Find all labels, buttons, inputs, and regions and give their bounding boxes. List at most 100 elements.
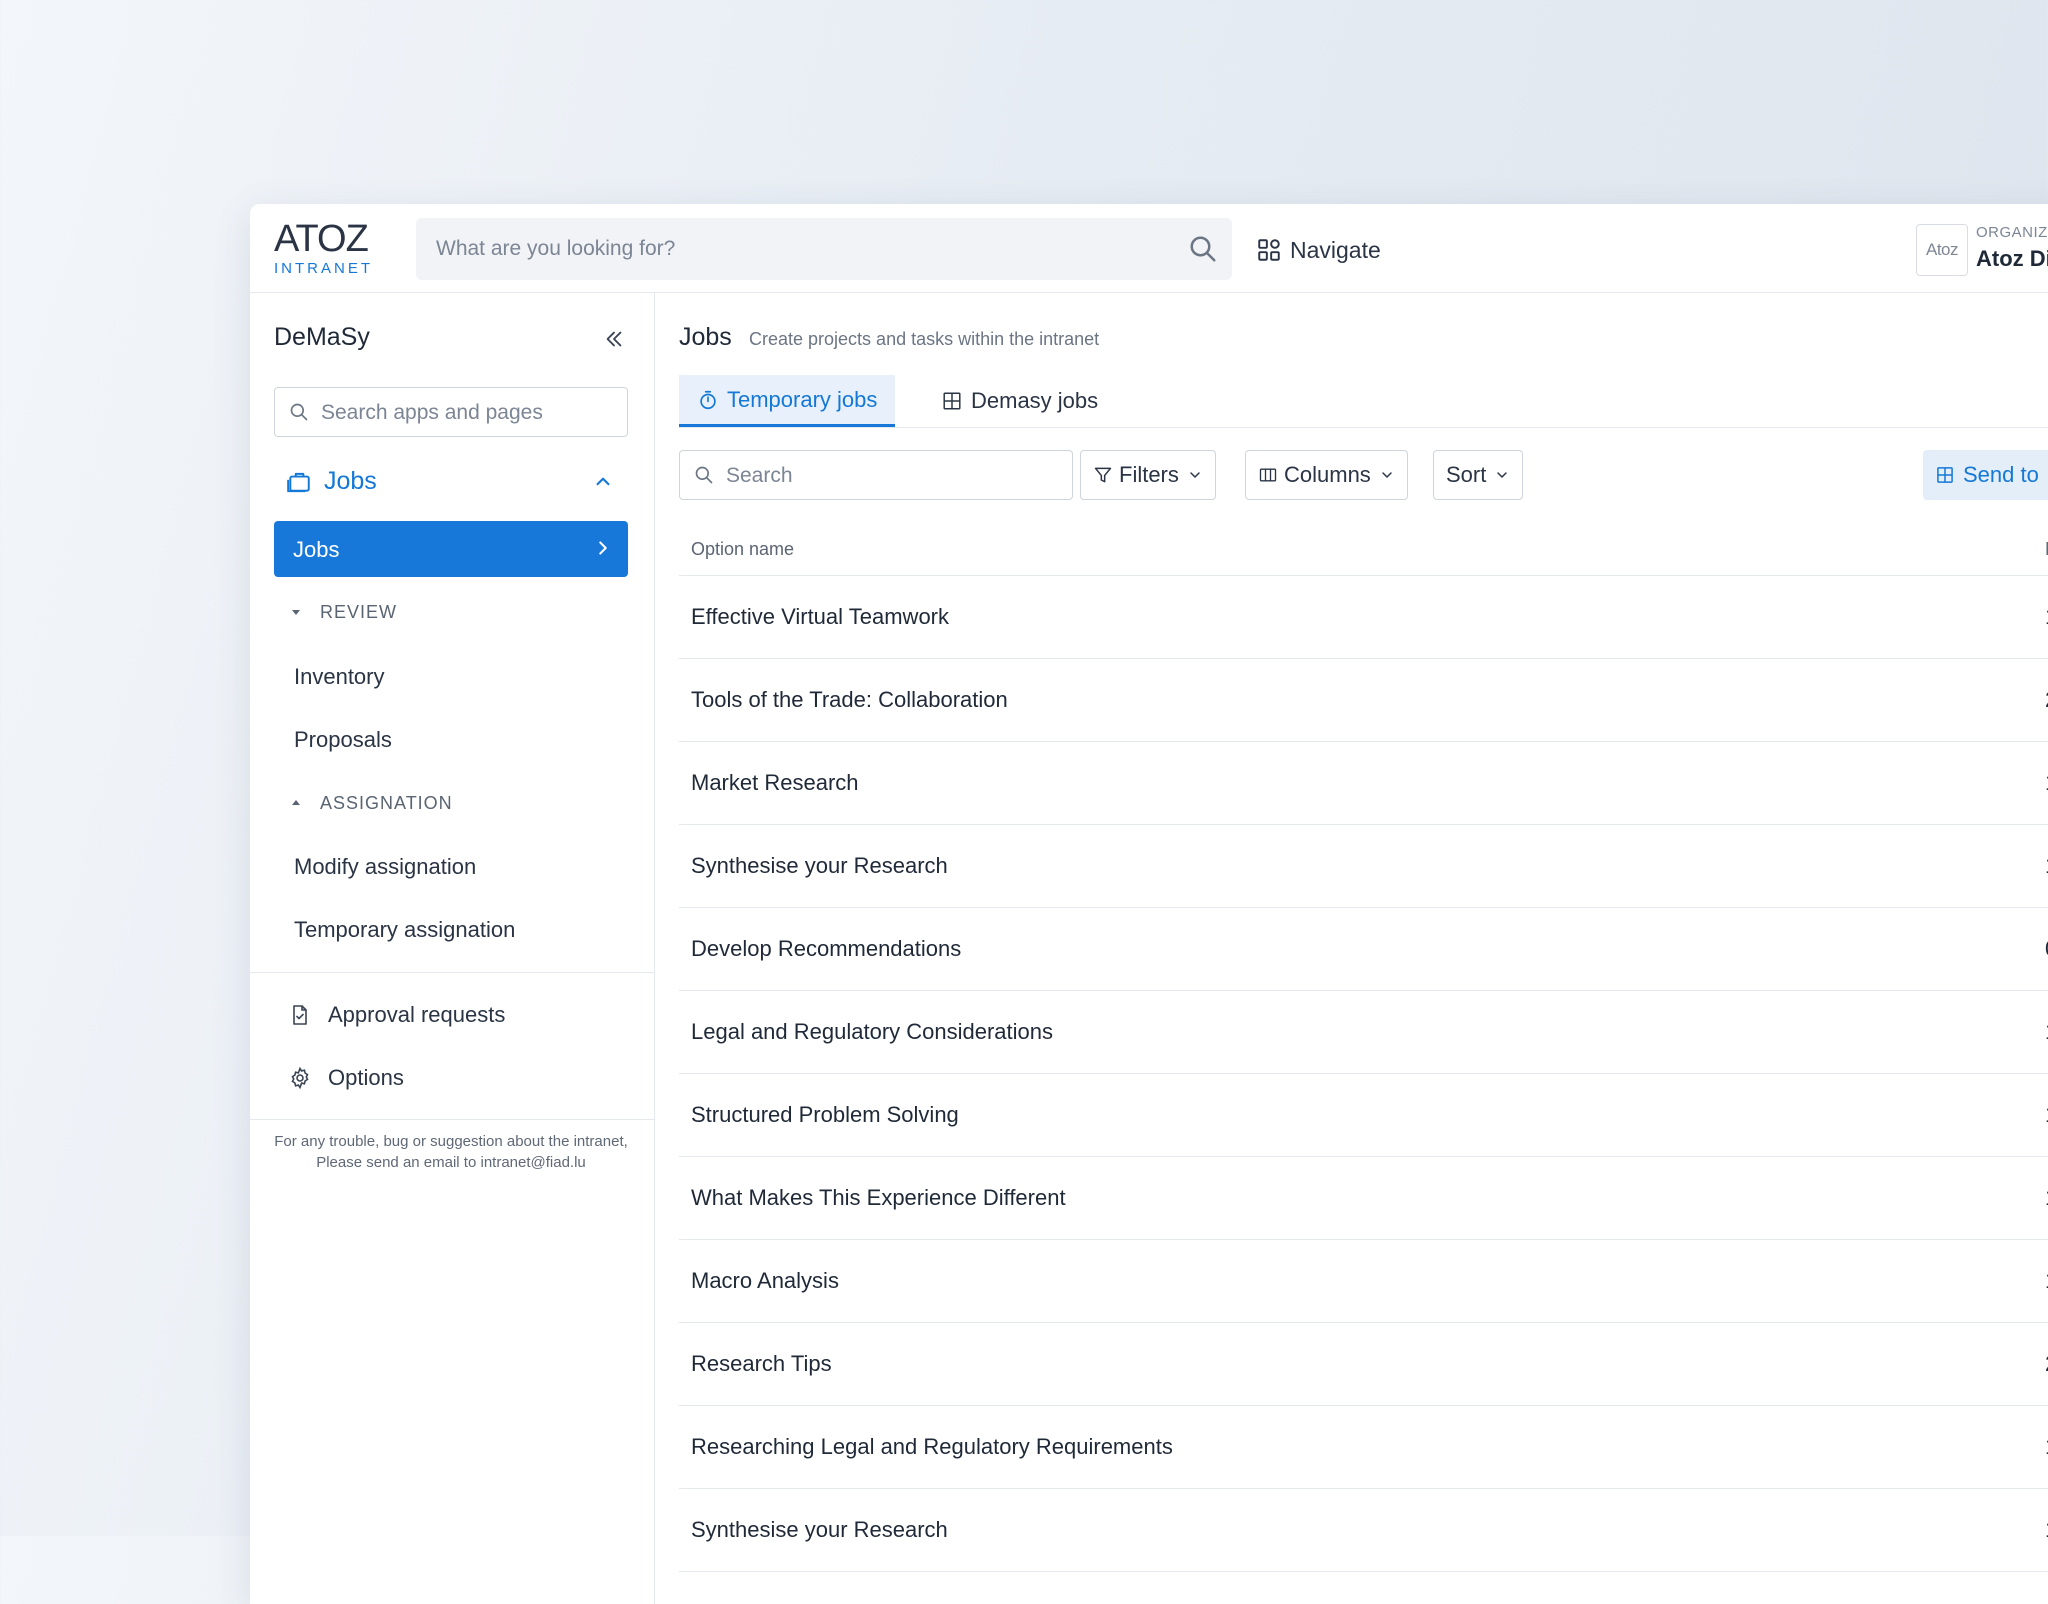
caret-down-icon	[292, 610, 300, 615]
page-title: Jobs	[679, 323, 732, 351]
sidebar-item-label: Jobs	[293, 537, 340, 562]
filters-button[interactable]: Filters	[1080, 450, 1216, 500]
double-chevron-left-icon	[606, 331, 622, 347]
send-to-label: Send to	[1963, 462, 2039, 487]
collapse-sidebar-button[interactable]	[598, 323, 630, 355]
table-row[interactable]: Researching Legal and Regulatory Require…	[679, 1406, 2048, 1489]
search-icon	[290, 403, 308, 421]
chevron-down-icon	[1497, 472, 1508, 478]
sidebar-group-jobs[interactable]: Jobs	[274, 461, 628, 503]
sidebar-item-inventory[interactable]: Inventory	[294, 664, 385, 690]
option-name-cell: Synthesise your Research	[691, 1517, 948, 1542]
sidebar-title: DeMaSy	[274, 323, 370, 351]
grid-icon	[943, 392, 961, 410]
sidebar-section-label: ASSIGNATION	[320, 792, 453, 813]
option-name-cell: Effective Virtual Teamwork	[691, 604, 950, 629]
briefcase-icon	[287, 472, 310, 493]
option-name-cell: Develop Recommendations	[691, 936, 962, 961]
option-name-cell: Legal and Regulatory Considerations	[691, 1019, 1054, 1044]
option-name-cell: Researching Legal and Regulatory Require…	[691, 1434, 1173, 1459]
organization-logo[interactable]: Atoz	[1916, 224, 1968, 276]
sidebar-section-review[interactable]: REVIEW	[290, 598, 397, 626]
table-row[interactable]: Effective Virtual Teamwork1	[679, 576, 2048, 659]
filter-icon	[1094, 467, 1112, 483]
option-name-cell: Macro Analysis	[691, 1268, 839, 1293]
columns-icon	[1259, 468, 1277, 482]
table-toolbar: Filters Columns Sort Send to	[679, 450, 2048, 501]
page-subtitle: Create projects and tasks within the int…	[749, 329, 1100, 349]
table-search-input[interactable]	[724, 451, 1068, 501]
sidebar-item-temporary-assignation[interactable]: Temporary assignation	[294, 917, 515, 943]
table-row[interactable]: Develop Recommendations0	[679, 908, 2048, 991]
grid-icon	[1937, 467, 1953, 483]
sidebar-group-label: Jobs	[324, 467, 377, 495]
stopwatch-icon	[700, 390, 716, 409]
tab-bar: Temporary jobs Demasy jobs	[679, 375, 2048, 428]
table-row[interactable]: Tools of the Trade: Collaboration2	[679, 659, 2048, 742]
sidebar-item-modify-assignation[interactable]: Modify assignation	[294, 854, 476, 880]
sidebar-section-label: REVIEW	[320, 601, 398, 622]
option-name-cell: Research Tips	[691, 1351, 832, 1376]
filters-label: Filters	[1119, 462, 1179, 487]
sidebar-section-assignation[interactable]: ASSIGNATION	[290, 789, 453, 817]
gear-icon	[291, 1066, 309, 1090]
table-row[interactable]: What Makes This Experience Different1	[679, 1157, 2048, 1240]
sort-button[interactable]: Sort	[1433, 450, 1524, 500]
sidebar-footer-note: For any trouble, bug or suggestion about…	[274, 1133, 628, 1171]
tab-temporary-jobs[interactable]: Temporary jobs	[679, 375, 896, 427]
table-row[interactable]: Structured Problem Solving1	[679, 1074, 2048, 1157]
sidebar-link-approval-requests[interactable]: Approval requests	[288, 998, 505, 1032]
chevron-down-icon	[1382, 472, 1392, 478]
jobs-table: Option name N Effective Virtual Teamwork…	[679, 521, 2048, 1572]
option-name-cell: What Makes This Experience Different	[691, 1185, 1066, 1210]
navigate-button[interactable]: Navigate	[1256, 230, 1381, 270]
sidebar-divider	[250, 1119, 654, 1120]
table-row[interactable]: Legal and Regulatory Considerations1	[679, 991, 2048, 1074]
table-row[interactable]: Macro Analysis1	[679, 1240, 2048, 1323]
sidebar-link-label: Approval requests	[328, 1002, 506, 1027]
logo[interactable]: ATOZ INTRANET	[274, 220, 384, 278]
logo-wordmark: ATOZ	[274, 218, 369, 260]
search-icon[interactable]	[1188, 234, 1218, 264]
table-search	[679, 450, 1073, 501]
sidebar-link-label: Options	[328, 1065, 404, 1090]
sidebar-item-jobs[interactable]: Jobs	[274, 521, 628, 577]
option-name-cell: Structured Problem Solving	[691, 1102, 959, 1127]
tab-demasy-jobs[interactable]: Demasy jobs	[923, 375, 1116, 427]
global-search-input[interactable]	[416, 218, 1232, 280]
columns-button[interactable]: Columns	[1245, 450, 1408, 500]
sidebar-search-input[interactable]	[319, 388, 623, 438]
table-row[interactable]: Synthesise your Research1	[679, 1489, 2048, 1572]
table-row[interactable]: Synthesise your Research1	[679, 825, 2048, 908]
table-header: Option name N	[679, 521, 2048, 576]
navigate-label: Navigate	[1290, 236, 1381, 263]
chevron-right-icon	[599, 541, 607, 555]
option-name-cell: Synthesise your Research	[691, 853, 948, 878]
organization-label: ORGANIZ	[1976, 224, 2048, 241]
tab-label: Temporary jobs	[727, 386, 878, 412]
search-icon	[695, 466, 713, 484]
sidebar-item-proposals[interactable]: Proposals	[294, 727, 392, 753]
send-to-button[interactable]: Send to	[1923, 450, 2048, 500]
chevron-down-icon	[1190, 472, 1200, 478]
option-name-cell: Tools of the Trade: Collaboration	[691, 687, 1008, 712]
main-content: Jobs Create projects and tasks within th…	[655, 293, 2048, 1604]
top-bar: ATOZ INTRANET Navigate Atoz ORGANIZ Atoz…	[250, 204, 2048, 293]
sort-label: Sort	[1446, 462, 1487, 487]
sidebar: DeMaSy Jobs Jobs	[250, 293, 655, 1604]
table-row[interactable]: Market Research1	[679, 742, 2048, 825]
organization-name[interactable]: Atoz Di	[1976, 246, 2048, 272]
tab-label: Demasy jobs	[971, 388, 1099, 413]
caret-up-icon	[292, 800, 300, 805]
column-header-option-name[interactable]: Option name	[691, 539, 794, 560]
apps-grid-icon	[1258, 239, 1280, 261]
table-row[interactable]: Research Tips2	[679, 1323, 2048, 1406]
logo-subtitle: INTRANET	[274, 260, 373, 277]
document-check-icon	[293, 1005, 307, 1025]
columns-label: Columns	[1284, 462, 1371, 487]
app-window: ATOZ INTRANET Navigate Atoz ORGANIZ Atoz…	[250, 204, 2048, 1604]
sidebar-link-options[interactable]: Options	[288, 1061, 404, 1095]
sidebar-search	[274, 387, 628, 438]
option-name-cell: Market Research	[691, 770, 859, 795]
sidebar-divider	[250, 972, 654, 973]
